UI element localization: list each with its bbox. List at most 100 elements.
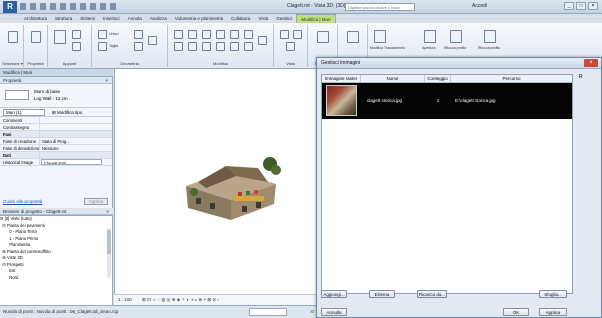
app-logo[interactable]: R (3, 1, 17, 13)
minimize-button[interactable]: _ (564, 2, 574, 10)
move-icon[interactable] (174, 42, 183, 51)
text-icon[interactable] (80, 3, 86, 10)
modify-cursor-icon[interactable] (8, 31, 18, 43)
table-header: Immagine raster Nome Conteggio Percorso (322, 75, 572, 83)
align-icon[interactable] (174, 30, 183, 39)
tab-gestisci[interactable]: Gestisci (272, 14, 296, 23)
join-icon[interactable] (134, 30, 143, 39)
property-category[interactable]: Dati (0, 152, 112, 159)
ribbon-group-vista: Vista (274, 25, 308, 67)
browser-tree: ⊟ [0] Viste (tutto) ⊟ Pianta dei pavimen… (0, 216, 112, 281)
cope-icon[interactable] (98, 30, 107, 39)
measure-icon[interactable] (70, 3, 76, 10)
column-header-path[interactable]: Percorso (451, 75, 572, 82)
split-icon[interactable] (230, 30, 239, 39)
detach-profile-icon[interactable] (484, 30, 496, 43)
tab-vista[interactable]: Vista (254, 14, 272, 23)
type-selector[interactable]: Muro di base Log Wall - 12 cm (0, 84, 112, 108)
column-header-name[interactable]: Nome (361, 75, 425, 82)
redo-icon[interactable] (50, 3, 56, 10)
table-row[interactable]: clagett storica.jpg 1 E:\clagett storica… (322, 83, 572, 119)
property-category[interactable]: Fasi (0, 131, 112, 138)
wall-opening-icon[interactable] (424, 30, 436, 43)
properties-icon[interactable] (31, 31, 41, 43)
apply-button[interactable]: Applica (84, 198, 108, 205)
tab-annota[interactable]: Annota (124, 14, 146, 23)
scale-icon[interactable] (230, 42, 239, 51)
properties-help-link[interactable]: Guida alle proprietà (3, 199, 42, 204)
paint-icon[interactable] (148, 36, 157, 45)
column-header-raster[interactable]: Immagine raster (322, 75, 361, 82)
tab-collabora[interactable]: Collabora (227, 14, 254, 23)
property-row[interactable]: Commenti (0, 117, 112, 124)
trim-icon[interactable] (244, 30, 253, 39)
close-icon[interactable]: × (105, 77, 108, 84)
reset-profile-icon[interactable] (450, 30, 462, 43)
tab-inserisci[interactable]: Inserisci (99, 14, 124, 23)
pin-icon[interactable] (244, 42, 253, 51)
close-button[interactable]: × (588, 2, 598, 10)
cell-name: clagett storica.jpg (367, 98, 403, 103)
copy-element-icon[interactable] (188, 42, 197, 51)
browser-scrollbar[interactable] (107, 228, 111, 278)
tab-volumetria[interactable]: Volumetria e planimetria (171, 14, 227, 23)
tab-modifica-muri[interactable]: Modifica | Muri (296, 14, 336, 23)
paste-icon[interactable] (54, 30, 66, 44)
copy-icon[interactable] (72, 42, 81, 51)
mirror-draw-icon[interactable] (216, 30, 225, 39)
view-control-icons[interactable]: ⊞ ⊡ ☼ ◌ ◍ ◎ ⊕ ◈ ✧ ◐ ◑ ◒ ⊗ ◓ ⊠ ⊘ ‹ (142, 297, 219, 303)
delete-image-button[interactable]: Elimina (369, 290, 395, 298)
edit-wall-icon[interactable] (374, 30, 386, 43)
workset-combo[interactable] (249, 308, 287, 316)
section-icon[interactable] (100, 3, 106, 10)
undo-icon[interactable] (40, 3, 46, 10)
column-header-count[interactable]: Conteggio (425, 75, 451, 82)
browse-button[interactable]: Sfoglia... (539, 290, 567, 298)
property-row[interactable]: Contrassegno (0, 124, 112, 131)
delete-icon[interactable] (258, 36, 267, 45)
tab-sistemi[interactable]: Sistemi (76, 14, 99, 23)
cancel-button[interactable]: Annulla (321, 308, 347, 316)
close-icon[interactable]: × (106, 208, 109, 215)
override-icon[interactable] (293, 30, 302, 39)
thin-lines-icon[interactable] (110, 3, 116, 10)
array-icon[interactable] (216, 42, 225, 51)
save-icon[interactable] (30, 3, 36, 10)
view-scale[interactable]: 1 : 100 (118, 297, 132, 302)
3d-view-canvas[interactable] (114, 69, 318, 305)
dialog-close-button[interactable]: × (584, 59, 598, 67)
tab-struttura[interactable]: Struttura (51, 14, 76, 23)
point-cloud-house-model[interactable] (176, 148, 286, 228)
hide-icon[interactable] (280, 30, 289, 39)
tab-analizza[interactable]: Analizza (146, 14, 171, 23)
tab-architettura[interactable]: Architettura (20, 14, 51, 23)
cut-geometry-icon[interactable] (98, 42, 107, 51)
dialog-title-bar[interactable]: Gestisci immagini × (317, 58, 601, 69)
instance-filter-select[interactable]: Muri (1) (3, 109, 45, 116)
ok-button[interactable]: OK (503, 308, 529, 316)
filter-icon[interactable] (296, 308, 306, 316)
cut-icon[interactable] (72, 30, 81, 39)
quick-access-toolbar (20, 3, 116, 10)
linework-icon[interactable] (286, 42, 295, 51)
print-icon[interactable] (60, 3, 66, 10)
search-input[interactable]: Digitare parola chiave o frase (345, 3, 415, 11)
property-row[interactable]: Historical Image Clagett stori... (0, 159, 112, 166)
offset-icon[interactable] (188, 30, 197, 39)
create-similar-icon[interactable] (347, 31, 359, 43)
edit-profile-icon[interactable] (317, 31, 329, 43)
reload-from-button[interactable]: Ricarica da... (417, 290, 447, 298)
sign-in-link[interactable]: Accedi (472, 3, 487, 9)
property-row[interactable]: Fase di creazione Stato di Prog... (0, 138, 112, 145)
maximize-button[interactable]: □ (576, 2, 586, 10)
split-face-icon[interactable] (134, 42, 143, 51)
rotate-icon[interactable] (202, 42, 211, 51)
3d-view-icon[interactable] (90, 3, 96, 10)
open-icon[interactable] (20, 3, 26, 10)
property-row[interactable]: Fase di demolizione Nessuno (0, 145, 112, 152)
apply-dialog-button[interactable]: Applica (539, 308, 567, 316)
add-image-button[interactable]: Aggiungi... (321, 290, 347, 298)
edit-type-button[interactable]: ⊞ Modifica tipo (52, 109, 82, 116)
mirror-axis-icon[interactable] (202, 30, 211, 39)
tree-item[interactable]: Nord (0, 275, 112, 282)
